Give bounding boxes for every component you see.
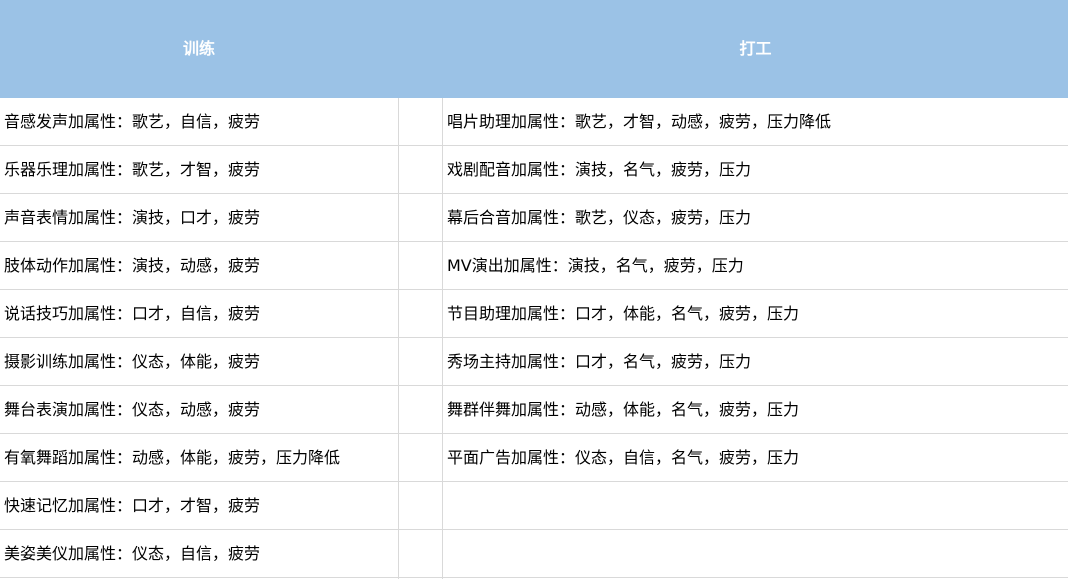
spacer-cell (398, 482, 443, 530)
training-column: 音感发声加属性：歌艺，自信，疲劳 乐器乐理加属性：歌艺，才智，疲劳 声音表情加属… (0, 98, 398, 578)
spacer-cell (398, 242, 443, 290)
training-row: 声音表情加属性：演技，口才，疲劳 (0, 194, 398, 242)
work-row: 秀场主持加属性：口才，名气，疲劳，压力 (443, 338, 1068, 386)
spacer-cell (398, 194, 443, 242)
spacer-cell (398, 530, 443, 578)
training-row: 音感发声加属性：歌艺，自信，疲劳 (0, 98, 398, 146)
training-row: 肢体动作加属性：演技，动感，疲劳 (0, 242, 398, 290)
column-divider (442, 98, 443, 579)
work-row: 舞群伴舞加属性：动感，体能，名气，疲劳，压力 (443, 386, 1068, 434)
spacer-cell (398, 434, 443, 482)
work-column: 唱片助理加属性：歌艺，才智，动感，疲劳，压力降低 戏剧配音加属性：演技，名气，疲… (443, 98, 1068, 578)
work-row: 戏剧配音加属性：演技，名气，疲劳，压力 (443, 146, 1068, 194)
work-row: 平面广告加属性：仪态，自信，名气，疲劳，压力 (443, 434, 1068, 482)
work-row: 幕后合音加属性：歌艺，仪态，疲劳，压力 (443, 194, 1068, 242)
attribute-table: 训练 打工 音感发声加属性：歌艺，自信，疲劳 乐器乐理加属性：歌艺，才智，疲劳 … (0, 0, 1068, 579)
column-divider (398, 98, 399, 579)
header-work: 打工 (739, 39, 772, 58)
training-row: 舞台表演加属性：仪态，动感，疲劳 (0, 386, 398, 434)
training-row: 美姿美仪加属性：仪态，自信，疲劳 (0, 530, 398, 578)
training-row: 快速记忆加属性：口才，才智，疲劳 (0, 482, 398, 530)
training-row: 说话技巧加属性：口才，自信，疲劳 (0, 290, 398, 338)
spacer-cell (398, 290, 443, 338)
spacer-column (398, 98, 443, 578)
table-header: 训练 打工 (0, 0, 1068, 98)
training-row: 有氧舞蹈加属性：动感，体能，疲劳，压力降低 (0, 434, 398, 482)
spacer-cell (398, 338, 443, 386)
spacer-cell (398, 98, 443, 146)
work-row (443, 482, 1068, 530)
training-row: 摄影训练加属性：仪态，体能，疲劳 (0, 338, 398, 386)
work-row: 唱片助理加属性：歌艺，才智，动感，疲劳，压力降低 (443, 98, 1068, 146)
spacer-cell (398, 146, 443, 194)
work-row: 节目助理加属性：口才，体能，名气，疲劳，压力 (443, 290, 1068, 338)
work-row: MV演出加属性：演技，名气，疲劳，压力 (443, 242, 1068, 290)
training-row: 乐器乐理加属性：歌艺，才智，疲劳 (0, 146, 398, 194)
spacer-cell (398, 386, 443, 434)
work-row (443, 530, 1068, 578)
header-training: 训练 (182, 39, 215, 58)
